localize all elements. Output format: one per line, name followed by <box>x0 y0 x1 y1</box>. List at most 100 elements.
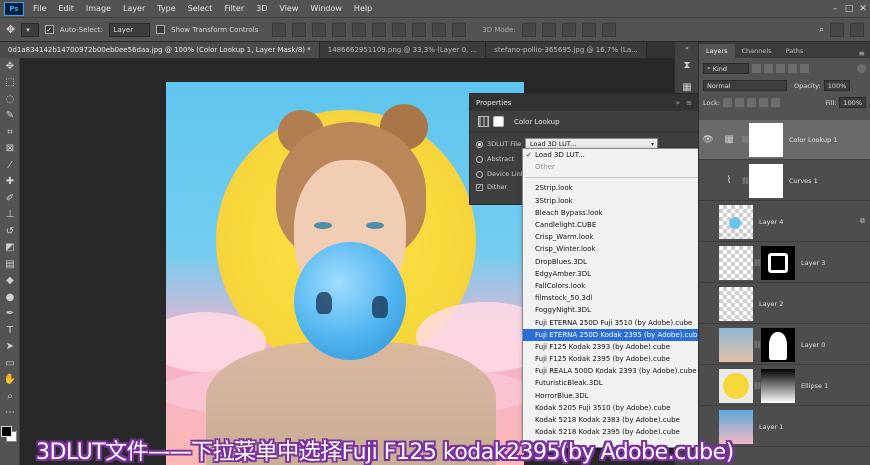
align-left-icon[interactable] <box>272 22 287 37</box>
menu-window[interactable]: Window <box>304 4 348 13</box>
menu-layer[interactable]: Layer <box>117 4 151 13</box>
lock-position-icon[interactable] <box>747 98 757 107</box>
visibility-eye-icon[interactable]: 👁 <box>699 135 717 145</box>
lasso-tool-icon[interactable]: ◌ <box>0 91 20 108</box>
layer-row[interactable]: ⛓ Ellipse 1 <box>699 366 870 406</box>
transform-controls-checkbox[interactable] <box>156 25 166 34</box>
dropdown-item[interactable]: Crisp_Warm.look <box>523 231 709 243</box>
search-icon[interactable]: ⌕ <box>819 25 824 35</box>
dropdown-item[interactable]: FuturisticBleak.3DL <box>523 377 709 389</box>
layer-row[interactable]: Layer 2 <box>699 284 870 324</box>
type-tool-icon[interactable]: T <box>0 322 20 339</box>
dither-checkbox[interactable]: ✓ <box>476 183 483 191</box>
history-brush-tool-icon[interactable]: ↺ <box>0 223 20 240</box>
dropdown-item[interactable]: FoggyNight.3DL <box>523 304 709 316</box>
pen-tool-icon[interactable]: ✒ <box>0 306 20 323</box>
3d-rotate-icon[interactable] <box>521 22 536 37</box>
radio-abstract[interactable] <box>476 155 483 163</box>
dropdown-item-highlighted[interactable]: Fuji ETERNA 250D Kodak 2395 (by Adobe).c… <box>523 328 709 341</box>
auto-select-dropdown[interactable]: Layer <box>108 22 151 37</box>
auto-align-icon[interactable] <box>452 22 467 37</box>
menu-image[interactable]: Image <box>80 4 117 13</box>
layer-mask-icon[interactable] <box>493 116 504 127</box>
tab-paths[interactable]: Paths <box>779 44 811 58</box>
eyedropper-tool-icon[interactable]: ⁄ <box>0 157 20 174</box>
history-icon[interactable]: ⧗ <box>675 54 699 76</box>
dropdown-item[interactable]: 3Strip.look <box>523 195 709 207</box>
dropdown-item[interactable]: Bleach Bypass.look <box>523 207 709 219</box>
lock-image-icon[interactable] <box>735 98 745 107</box>
distribute-bottom-icon[interactable] <box>372 22 387 37</box>
menu-filter[interactable]: Filter <box>218 4 250 13</box>
dropdown-item[interactable]: Kodak 5205 Fuji 3510 (by Adobe).cube <box>523 402 709 414</box>
tab-layers[interactable]: Layers <box>699 44 735 58</box>
foreground-color-swatch[interactable] <box>1 426 12 437</box>
opacity-input[interactable]: 100% <box>823 80 851 91</box>
healing-brush-tool-icon[interactable]: ✚ <box>0 174 20 191</box>
3d-scale-icon[interactable] <box>601 22 616 37</box>
tab-document-2[interactable]: 1486662951109.png @ 33,3% (Layer 0, ... <box>319 42 487 58</box>
dropdown-item[interactable]: EdgyAmber.3DL <box>523 268 709 280</box>
share-icon[interactable] <box>850 22 864 37</box>
3d-roll-icon[interactable] <box>541 22 556 37</box>
menu-view[interactable]: View <box>273 4 304 13</box>
distribute-hcenter-icon[interactable] <box>412 22 427 37</box>
menu-type[interactable]: Type <box>151 4 181 13</box>
dropdown-item[interactable]: Crisp_Winter.look <box>523 243 709 255</box>
dropdown-item[interactable]: DropBlues.3DL <box>523 256 709 268</box>
filter-adjustment-icon[interactable] <box>764 64 773 73</box>
3d-slide-icon[interactable] <box>581 22 596 37</box>
dropdown-item[interactable]: Fuji F125 Kodak 2393 (by Adobe).cube <box>523 341 709 353</box>
gradient-tool-icon[interactable]: ▤ <box>0 256 20 273</box>
blend-mode-select[interactable]: Normal <box>703 80 787 91</box>
filter-type-icon[interactable] <box>776 64 785 73</box>
layer-mask-thumbnail[interactable] <box>749 163 783 198</box>
menu-edit[interactable]: Edit <box>52 4 80 13</box>
lock-artboard-icon[interactable] <box>759 98 769 107</box>
layer-row[interactable]: ⌇ ⛓ Curves 1 <box>699 161 870 201</box>
auto-select-checkbox[interactable]: ✓ <box>44 25 54 34</box>
layer-mask-thumbnail[interactable] <box>749 122 783 157</box>
filter-shape-icon[interactable] <box>788 64 797 73</box>
align-center-icon[interactable] <box>292 22 307 37</box>
3d-drag-icon[interactable] <box>561 22 576 37</box>
dropdown-item[interactable]: Load 3D LUT... <box>523 149 709 161</box>
maximize-icon[interactable]: □ <box>842 0 856 17</box>
minimize-icon[interactable]: – <box>828 0 842 17</box>
close-icon[interactable]: ✕ <box>856 0 870 17</box>
layer-row[interactable]: 👁 ▦ ⛓ Color Lookup 1 <box>699 120 870 160</box>
zoom-tool-icon[interactable]: ⌕ <box>0 388 20 405</box>
dropdown-item[interactable]: Fuji REALA 500D Kodak 2393 (by Adobe).cu… <box>523 365 709 377</box>
align-right-icon[interactable] <box>312 22 327 37</box>
dodge-tool-icon[interactable]: ● <box>0 289 20 306</box>
dropdown-item[interactable]: 2Strip.look <box>523 182 709 194</box>
move-tool-icon[interactable]: ✥ <box>0 58 20 75</box>
dropdown-item[interactable]: Fuji ETERNA 250D Fuji 3510 (by Adobe).cu… <box>523 316 709 328</box>
blur-tool-icon[interactable]: ◆ <box>0 273 20 290</box>
filter-pixel-icon[interactable] <box>752 64 761 73</box>
distribute-left-icon[interactable] <box>392 22 407 37</box>
shape-tool-icon[interactable]: ▭ <box>0 355 20 372</box>
layer-mask-thumbnail[interactable] <box>761 245 795 280</box>
menu-select[interactable]: Select <box>182 4 219 13</box>
move-tool-icon[interactable]: ✥ <box>6 23 15 36</box>
radio-device-link[interactable] <box>476 170 483 178</box>
menu-help[interactable]: Help <box>348 4 378 13</box>
eraser-tool-icon[interactable]: ◩ <box>0 240 20 257</box>
layer-mask-thumbnail[interactable] <box>761 368 795 403</box>
clone-stamp-tool-icon[interactable]: ⊥ <box>0 207 20 224</box>
lock-transparent-icon[interactable] <box>723 98 733 107</box>
filter-smart-object-icon[interactable] <box>800 64 809 73</box>
dropdown-item[interactable]: Kodak 5218 Kodak 2383 (by Adobe).cube <box>523 414 709 426</box>
marquee-tool-icon[interactable]: ⬚ <box>0 75 20 92</box>
menu-3d[interactable]: 3D <box>250 4 273 13</box>
quick-select-tool-icon[interactable]: ✎ <box>0 108 20 125</box>
hand-tool-icon[interactable]: ✋ <box>0 372 20 389</box>
workspace-switcher-icon[interactable] <box>830 22 844 37</box>
distribute-center-icon[interactable] <box>352 22 367 37</box>
panel-menu-icon[interactable]: » ≡ <box>676 99 694 107</box>
distribute-top-icon[interactable] <box>332 22 347 37</box>
layer-mask-thumbnail[interactable] <box>761 327 795 362</box>
layer-row[interactable]: Layer 4 ⧉ <box>699 202 870 242</box>
brush-tool-icon[interactable]: ✐ <box>0 190 20 207</box>
